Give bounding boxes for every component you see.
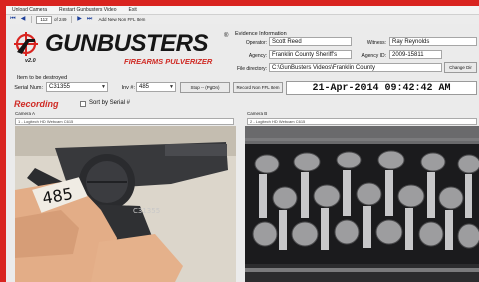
agency-field[interactable]: Franklin County Sheriff's (269, 50, 352, 59)
agency-id-label: Agency ID: (361, 53, 386, 59)
serial-number-label: Serial Num: (14, 85, 43, 91)
stop-recording-button[interactable]: Stop -- (PgDn) (180, 82, 230, 93)
camera-b-feed (245, 126, 479, 282)
recording-status-label: Recording (14, 99, 59, 109)
toolbar-separator (70, 16, 72, 23)
menu-unload-camera[interactable]: Unload Camera (6, 7, 53, 13)
witness-label: Witness: (366, 40, 386, 46)
witness-field[interactable]: Ray Reynolds (389, 37, 477, 46)
registered-mark: ® (224, 33, 229, 39)
toolbar-separator (31, 16, 32, 23)
inventory-number-value: 485 (139, 84, 150, 90)
chevron-down-icon[interactable]: ▼ (169, 83, 174, 91)
file-directory-label: File directory: (236, 66, 267, 72)
shredder-photo-image (245, 126, 479, 282)
record-non-ffl-item-button[interactable]: Record Non FFL Item (233, 82, 283, 93)
sort-by-serial-checkbox[interactable] (80, 101, 86, 107)
add-non-ffl-item-button[interactable]: Add New Non FFL Item (99, 17, 146, 22)
sort-by-serial-label: Sort by Serial # (89, 100, 131, 106)
menu-restart-video[interactable]: Restart Gunbusters Video (53, 7, 122, 13)
operator-label: Operator: (245, 40, 267, 46)
left-red-border (0, 0, 6, 282)
record-count-label: of 249 (54, 17, 67, 22)
inventory-number-label: Inv #: (121, 85, 135, 91)
inventory-number-combo[interactable]: 485 ▼ (136, 82, 176, 92)
item-section-title: Item to be destroyed (17, 75, 68, 81)
agency-id-field[interactable]: 2009-15811 (389, 50, 442, 59)
previous-record-icon[interactable]: ◀ (19, 16, 27, 23)
serial-number-combo[interactable]: C31355 ▼ (46, 82, 108, 92)
first-record-icon[interactable]: ⏮ (9, 16, 17, 23)
brand-tagline: FIREARMS PULVERIZER (124, 57, 213, 66)
record-navigation-toolbar: ⏮ ◀ 112 of 249 ▶ ⏭ Add New Non FFL Item (6, 15, 479, 24)
brand-wordmark: GUNBUSTERS (45, 30, 209, 57)
chevron-down-icon[interactable]: ▼ (101, 83, 106, 91)
menu-exit[interactable]: Exit (122, 7, 142, 13)
serial-number-value: C31355 (49, 84, 71, 90)
menu-bar: Unload Camera Restart Gunbusters Video E… (6, 6, 479, 15)
crosshair-logo-icon (14, 32, 38, 56)
current-datetime-display: 21-Apr-2014 09:42:42 AM (286, 81, 477, 95)
camera-a-device-select[interactable]: 1 - Logitech HD Webcam C615 (15, 118, 234, 125)
next-record-icon[interactable]: ▶ (76, 16, 84, 23)
last-record-icon[interactable]: ⏭ (86, 16, 94, 23)
camera-a-feed: 485 C31355 (15, 126, 236, 282)
gunbusters-logo: GUNBUSTERS ® v2.0 FIREARMS PULVERIZER (11, 31, 229, 71)
change-dir-button[interactable]: Change Dir (444, 62, 477, 73)
agency-label: Agency: (248, 53, 267, 59)
record-position-input[interactable]: 112 (36, 15, 52, 24)
camera-b-device-select[interactable]: 2 - Logitech HD Webcam C615 (247, 118, 477, 125)
gunbusters-window: Unload Camera Restart Gunbusters Video E… (0, 0, 479, 282)
file-directory-field[interactable]: C:\GunBusters Videos\Franklin County (269, 63, 442, 72)
revolver-photo-image: 485 C31355 (15, 126, 236, 282)
operator-field[interactable]: Scott Reed (269, 37, 352, 46)
camera-b-title: Camera B (247, 111, 268, 116)
version-label: v2.0 (25, 58, 36, 64)
camera-a-title: Camera A (15, 111, 36, 116)
engraved-serial-number: C31355 (133, 207, 160, 215)
